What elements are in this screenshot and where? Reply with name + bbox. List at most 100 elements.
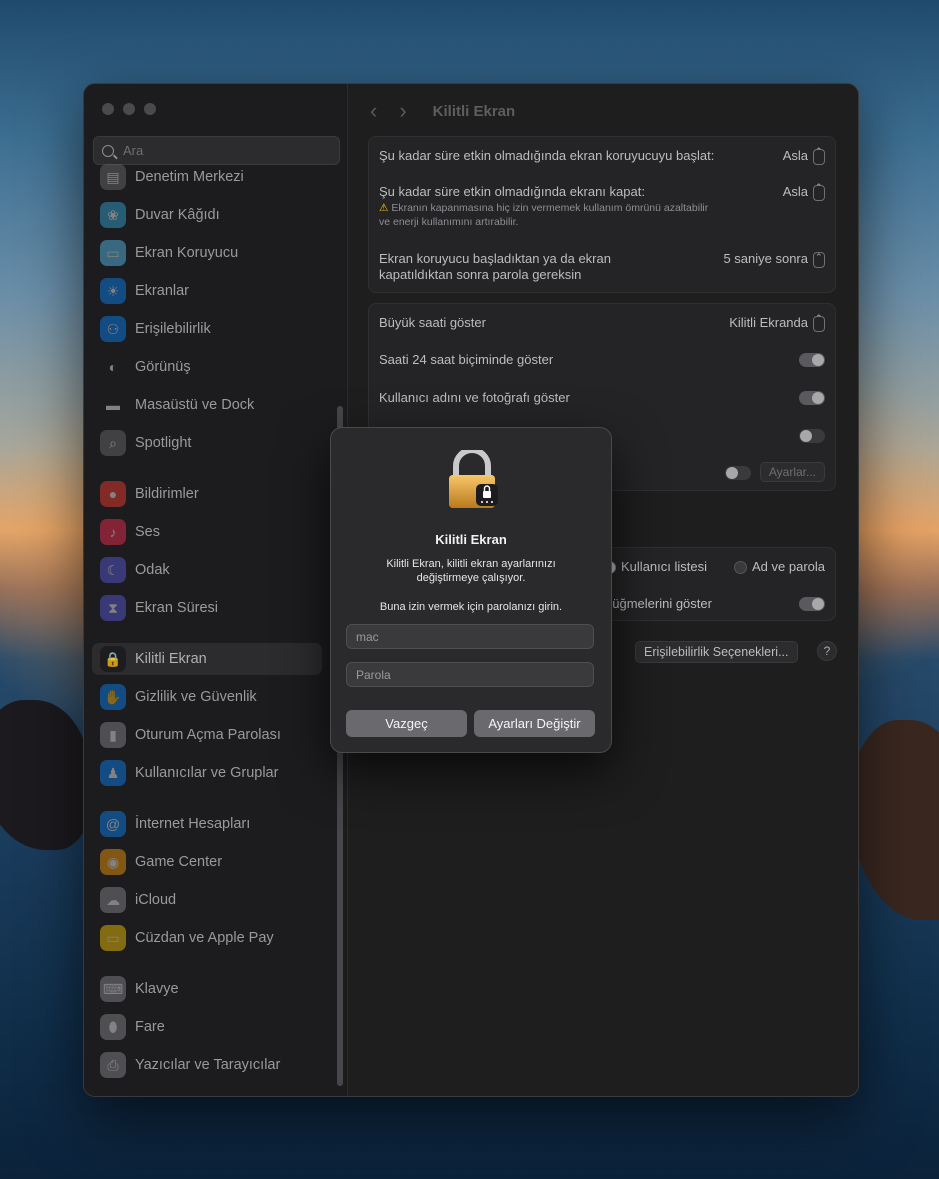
spotlight-icon: ⌕	[100, 430, 126, 456]
password-placeholder: Parola	[356, 667, 391, 682]
warning-line2: ve enerji kullanımını artırabilir.	[379, 216, 519, 228]
window-controls	[102, 103, 156, 115]
settings-button[interactable]: Ayarlar...	[759, 462, 825, 482]
close-button[interactable]	[102, 103, 114, 115]
screensaver-start-popup[interactable]: Asla	[783, 146, 825, 165]
sidebar-item-mouse[interactable]: ⬮ Fare	[92, 1011, 322, 1043]
screen-time-icon: ⧗	[100, 595, 126, 621]
show-user-label: Kullanıcı adını ve fotoğrafı göster	[379, 390, 570, 405]
sidebar-item-label: Gizlilik ve Güvenlik	[135, 689, 257, 705]
sidebar-item-label: Klavye	[135, 981, 179, 997]
sidebar-item-label: Fare	[135, 1019, 165, 1035]
large-clock-popup[interactable]: Kilitli Ekranda	[729, 313, 825, 332]
popup-chevron-icon	[813, 182, 825, 201]
minimize-button[interactable]	[123, 103, 135, 115]
radio-name-password[interactable]: Ad ve parola	[734, 559, 825, 575]
change-settings-button[interactable]: Ayarları Değiştir	[474, 710, 595, 737]
sidebar-item-label: Odak	[135, 562, 170, 578]
sidebar: Ara ▤ Denetim Merkezi ❀ Duvar Kâğıdı ▭ Ekran …	[84, 84, 348, 1096]
forward-chevron-icon[interactable]: ›	[399, 98, 406, 124]
sidebar-item-icloud[interactable]: ☁ iCloud	[92, 884, 322, 916]
sidebar-item-internet-accounts[interactable]: @ İnternet Hesapları	[92, 808, 322, 840]
popup-chevron-icon	[813, 249, 825, 268]
sidebar-item-label: Oturum Açma Parolası	[135, 727, 281, 743]
sidebar-item-label: Ses	[135, 524, 160, 540]
search-placeholder: Ara	[123, 143, 144, 158]
keyboard-icon: ⌨	[100, 976, 126, 1002]
sidebar-item-spotlight[interactable]: ⌕ Spotlight	[92, 427, 322, 459]
sidebar-item-wallpaper[interactable]: ❀ Duvar Kâğıdı	[92, 199, 322, 231]
sidebar-item-label: Erişilebilirlik	[135, 321, 211, 337]
sidebar-item-sound[interactable]: ♪ Ses	[92, 516, 322, 548]
radio-user-list[interactable]: Kullanıcı listesi	[603, 559, 707, 575]
cancel-button[interactable]: Vazgeç	[346, 710, 467, 737]
sidebar-item-displays[interactable]: ☀ Ekranlar	[92, 275, 322, 307]
sidebar-item-label: Ekran Koruyucu	[135, 245, 239, 261]
sound-icon: ♪	[100, 519, 126, 545]
mouse-icon: ⬮	[100, 1014, 126, 1040]
sidebar-item-label: Ekranlar	[135, 283, 189, 299]
password-field[interactable]: Parola	[346, 662, 594, 687]
game-center-icon: ◉	[100, 849, 126, 875]
warning-icon: ⚠	[379, 202, 389, 214]
display-off-warning: ⚠ Ekranın kapanmasına hiç izin vermemek …	[379, 201, 825, 229]
sidebar-item-notifications[interactable]: ● Bildirimler	[92, 478, 322, 510]
clock-24h-toggle[interactable]	[799, 353, 825, 367]
sidebar-item-lock-screen[interactable]: 🔒 Kilitli Ekran	[92, 643, 322, 675]
accessibility-options-button[interactable]: Erişilebilirlik Seçenekleri...	[635, 641, 798, 663]
show-user-toggle[interactable]	[799, 391, 825, 405]
sidebar-item-focus[interactable]: ☾ Odak	[92, 554, 322, 586]
sidebar-item-label: Game Center	[135, 854, 223, 870]
screensaver-start-row: Şu kadar süre etkin olmadığında ekran ko…	[379, 146, 825, 165]
sidebar-item-appearance[interactable]: ◐ Görünüş	[92, 351, 322, 383]
sidebar-item-login-password[interactable]: ▮ Oturum Açma Parolası	[92, 719, 322, 751]
clock-24h-label: Saati 24 saat biçiminde göster	[379, 352, 554, 367]
show-user-row: Kullanıcı adını ve fotoğrafı göster	[379, 390, 825, 405]
sidebar-item-screensaver[interactable]: ▭ Ekran Koruyucu	[92, 237, 322, 269]
dialog-message-line1: Kilitli Ekran, kilitli ekran ayarlarınız…	[386, 558, 556, 570]
display-off-label: Şu kadar süre etkin olmadığında ekranı k…	[379, 184, 645, 199]
zoom-button[interactable]	[144, 103, 156, 115]
large-clock-value: Kilitli Ekranda	[729, 315, 808, 330]
sidebar-item-screen-time[interactable]: ⧗ Ekran Süresi	[92, 592, 322, 624]
radio-user-list-label: Kullanıcı listesi	[621, 559, 707, 574]
sidebar-item-privacy-hand[interactable]: ✋ Gizlilik ve Güvenlik	[92, 681, 322, 713]
large-clock-row: Büyük saati göster Kilitli Ekranda	[379, 313, 825, 332]
dialog-message-line2: değiştirmeye çalışıyor.	[416, 572, 526, 584]
lock-screen-icon: 🔒	[100, 646, 126, 672]
sidebar-item-accessibility[interactable]: ⚇ Erişilebilirlik	[92, 313, 322, 345]
sidebar-item-dock[interactable]: ▬ Masaüstü ve Dock	[92, 389, 322, 421]
screensaver-icon: ▭	[100, 240, 126, 266]
large-clock-label: Büyük saati göster	[379, 315, 486, 330]
sidebar-item-label: Yazıcılar ve Tarayıcılar	[135, 1057, 281, 1073]
clock-24h-row: Saati 24 saat biçiminde göster	[379, 352, 825, 367]
hidden-toggle-1[interactable]	[799, 429, 825, 443]
display-off-popup[interactable]: Asla	[783, 182, 825, 201]
username-field[interactable]: mac	[346, 624, 594, 649]
sidebar-item-label: Kilitli Ekran	[135, 651, 207, 667]
sidebar-item-printer[interactable]: ⎙ Yazıcılar ve Tarayıcılar	[92, 1049, 322, 1081]
rock-right	[850, 720, 939, 920]
show-buttons-toggle[interactable]	[799, 597, 825, 611]
dialog-message: Kilitli Ekran, kilitli ekran ayarlarınız…	[331, 557, 611, 585]
require-password-popup[interactable]: 5 saniye sonra	[723, 249, 825, 268]
focus-icon: ☾	[100, 557, 126, 583]
page-title: Kilitli Ekran	[432, 102, 516, 120]
require-password-label-2: kapatıldıktan sonra parola gereksin	[379, 267, 582, 282]
internet-accounts-icon: @	[100, 811, 126, 837]
sidebar-item-keyboard[interactable]: ⌨ Klavye	[92, 973, 322, 1005]
sidebar-item-control-center[interactable]: ▤ Denetim Merkezi	[92, 161, 322, 193]
display-off-row: Şu kadar süre etkin olmadığında ekranı k…	[379, 182, 825, 229]
sidebar-item-users-groups[interactable]: ♟ Kullanıcılar ve Gruplar	[92, 757, 322, 789]
sidebar-item-wallet[interactable]: ▭ Cüzdan ve Apple Pay	[92, 922, 322, 954]
sidebar-item-label: Spotlight	[135, 435, 192, 451]
sidebar-item-label: İnternet Hesapları	[135, 816, 251, 832]
accessibility-icon: ⚇	[100, 316, 126, 342]
help-button[interactable]: ?	[817, 641, 837, 661]
warning-line1: Ekranın kapanmasına hiç izin vermemek ku…	[391, 202, 709, 214]
sidebar-item-label: Görünüş	[135, 359, 191, 375]
sidebar-item-label: Denetim Merkezi	[135, 169, 244, 185]
sidebar-item-game-center[interactable]: ◉ Game Center	[92, 846, 322, 878]
hidden-toggle-2[interactable]	[725, 466, 751, 480]
back-chevron-icon[interactable]: ‹	[370, 98, 377, 124]
